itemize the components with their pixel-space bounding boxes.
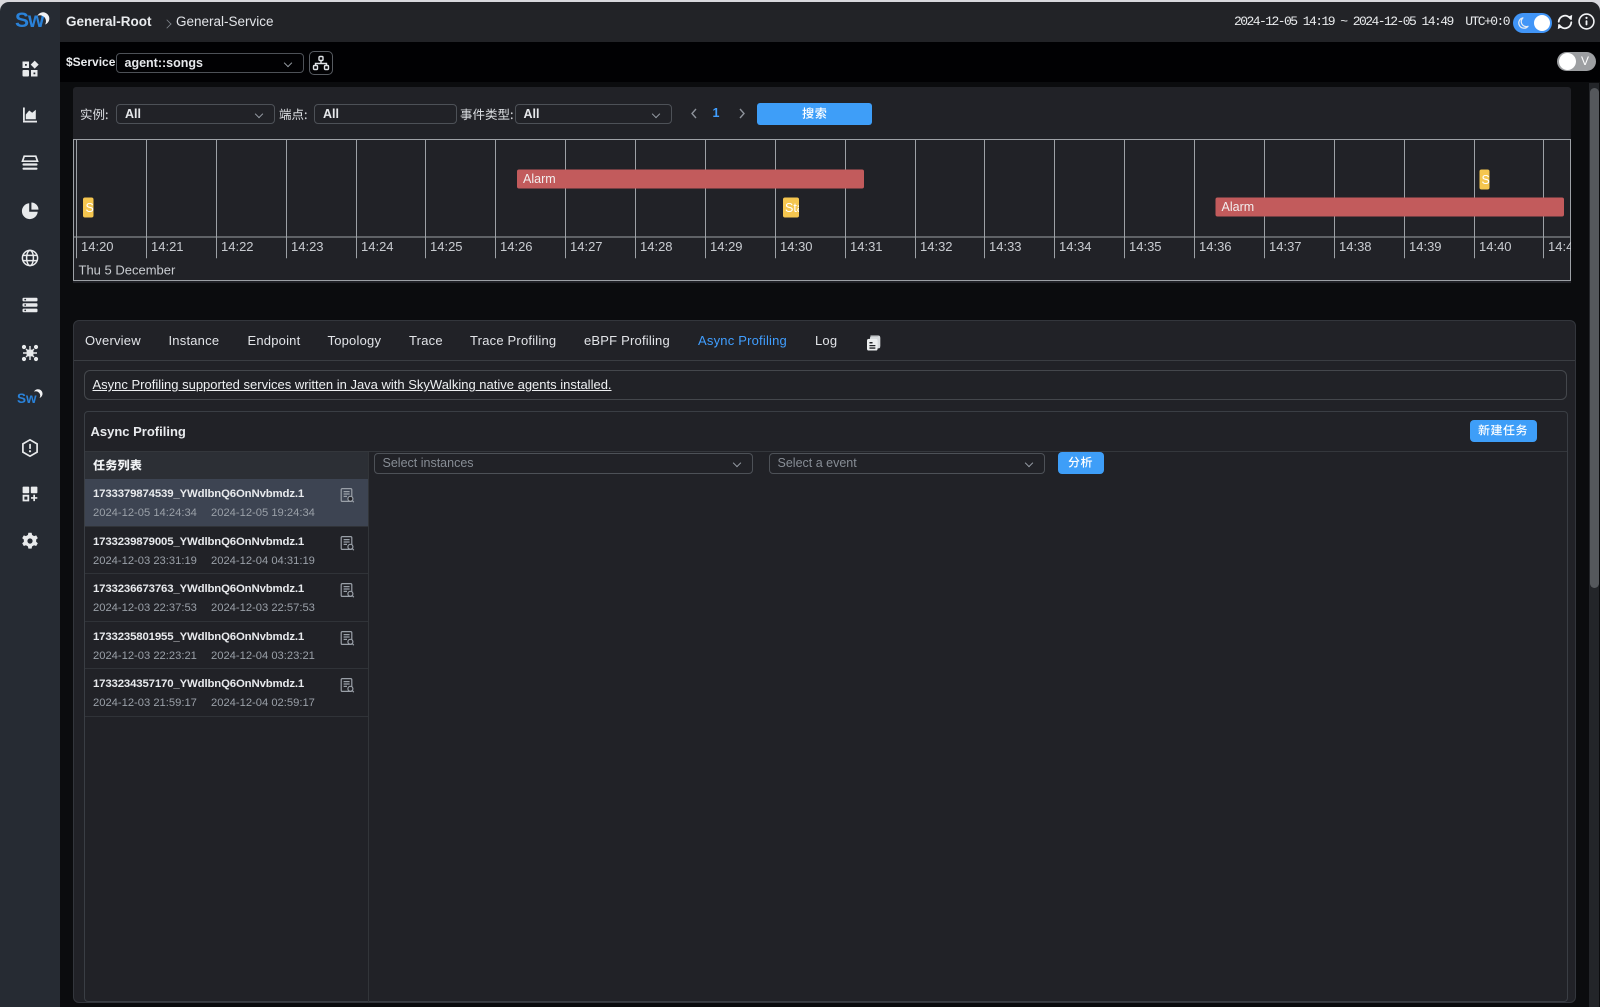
svg-text:14:27: 14:27 xyxy=(570,239,603,254)
svg-text:14:22: 14:22 xyxy=(221,239,254,254)
svg-text:S: S xyxy=(86,201,94,215)
svg-text:Sta: Sta xyxy=(785,201,804,215)
svg-text:14:36: 14:36 xyxy=(1199,239,1232,254)
svg-text:14:31: 14:31 xyxy=(850,239,883,254)
svg-text:14:41: 14:41 xyxy=(1548,239,1571,254)
svg-text:14:20: 14:20 xyxy=(81,239,114,254)
svg-text:14:38: 14:38 xyxy=(1339,239,1372,254)
svg-text:Alarm: Alarm xyxy=(523,172,556,186)
svg-text:S: S xyxy=(1482,173,1490,187)
svg-text:14:34: 14:34 xyxy=(1059,239,1092,254)
svg-text:14:28: 14:28 xyxy=(640,239,673,254)
svg-text:14:21: 14:21 xyxy=(151,239,184,254)
svg-text:14:24: 14:24 xyxy=(361,239,394,254)
svg-text:14:37: 14:37 xyxy=(1269,239,1302,254)
svg-text:14:40: 14:40 xyxy=(1479,239,1512,254)
svg-text:14:25: 14:25 xyxy=(430,239,463,254)
svg-text:14:35: 14:35 xyxy=(1129,239,1162,254)
svg-text:14:23: 14:23 xyxy=(291,239,324,254)
svg-text:14:29: 14:29 xyxy=(710,239,743,254)
svg-text:Alarm: Alarm xyxy=(1222,200,1255,214)
svg-text:14:39: 14:39 xyxy=(1409,239,1442,254)
svg-text:14:26: 14:26 xyxy=(500,239,533,254)
svg-text:14:32: 14:32 xyxy=(920,239,953,254)
svg-text:Thu 5 December: Thu 5 December xyxy=(79,263,176,278)
svg-text:14:30: 14:30 xyxy=(780,239,813,254)
svg-text:14:33: 14:33 xyxy=(989,239,1022,254)
